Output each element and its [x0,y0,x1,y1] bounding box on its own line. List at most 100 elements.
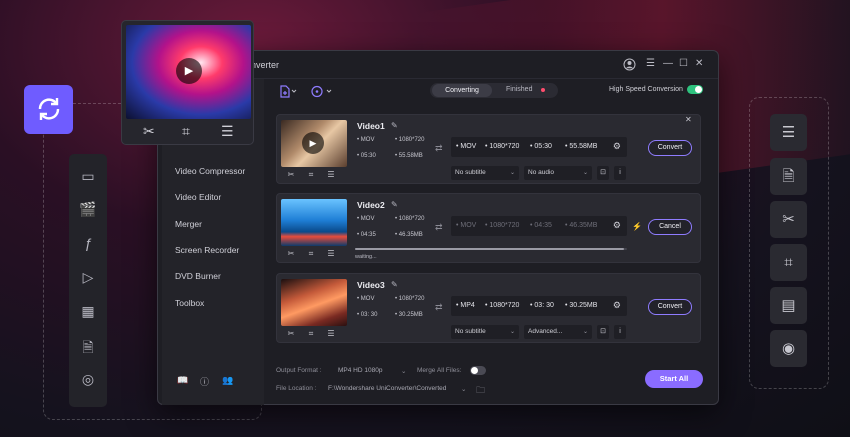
audio-select[interactable]: No audio ⌄ [524,166,592,180]
output-settings-box[interactable]: • MOV • 1080*720 • 05:30 • 55.58MB ⚙ [451,137,627,157]
video-icon[interactable]: ▭ [78,168,98,185]
document-edit-icon[interactable]: 🗎 [770,158,807,195]
chart-icon[interactable]: ◉ [770,330,807,367]
sidebar-item-toolbox[interactable]: Toolbox [175,298,204,308]
edit-icon[interactable]: ✎ [391,280,398,289]
crop-icon[interactable]: ⌗ [182,123,190,140]
start-all-button[interactable]: Start All [645,370,703,388]
source-resolution: • 1080*720 [395,216,425,222]
crop-icon[interactable]: ⌗ [301,170,321,180]
edit-icon[interactable]: ✎ [391,121,398,130]
crop-icon[interactable]: ⌗ [770,244,807,281]
disc-icon[interactable]: ◎ [78,371,98,388]
file-location-path[interactable]: F:\Wondershare UniConverter\Converted [328,385,446,392]
maximize-icon[interactable]: ☐ [679,58,688,69]
remove-video-close-icon[interactable]: ✕ [685,115,692,124]
chevron-down-icon: ⌄ [582,329,588,335]
crop-icon[interactable]: ⌗ [301,329,321,339]
output-settings-box[interactable]: • MP4 • 1080*720 • 03: 30 • 30.25MB ⚙ [451,296,627,316]
output-resolution: • 1080*720 [485,222,520,229]
document-icon[interactable]: ▤ [770,287,807,324]
subtitle-select[interactable]: No subtitle ⌄ [451,325,519,339]
convert-arrow-icon: ⇄ [435,302,443,312]
tab-finished[interactable]: Finished [506,86,532,93]
output-format-select[interactable]: MP4 HD 1080p [338,367,382,374]
help-icon[interactable]: ⓘ [200,375,209,388]
menu-icon[interactable]: ☰ [646,58,655,69]
scissors-icon[interactable]: ✂ [281,170,301,179]
sidebar-item-video-compressor[interactable]: Video Compressor [175,166,245,176]
subtitle-file-icon[interactable]: ⊡ [597,166,609,180]
scissors-icon[interactable]: ✂ [281,329,301,338]
sidebar-item-video-editor[interactable]: Video Editor [175,192,221,202]
play-icon[interactable]: ▶ [302,132,324,154]
sidebar-item-screen-recorder[interactable]: Screen Recorder [175,245,239,255]
gear-icon[interactable]: ⚙ [613,141,621,152]
screen-play-icon[interactable]: ▷ [78,269,98,286]
clapper-icon[interactable]: 🎬 [78,201,98,218]
book-icon[interactable]: 📖 [177,375,188,386]
source-format: • MOV [357,216,375,222]
right-feature-panel: ☰ 🗎 ✂ ⌗ ▤ ◉ [762,105,818,382]
cancel-button[interactable]: Cancel [648,219,692,235]
finished-badge-dot [541,88,545,92]
minimize-icon[interactable]: — [663,58,673,69]
gear-icon[interactable]: ⚙ [613,220,621,231]
sliders-icon[interactable]: ☰ [321,249,341,258]
info-icon[interactable]: i [614,166,626,180]
sidebar-item-merger[interactable]: Merger [175,219,202,229]
convert-button[interactable]: Convert [648,140,692,156]
refresh-icon[interactable] [24,85,73,134]
folder-icon[interactable]: 🗀 [476,383,485,399]
thumbnail-toolbar: ✂ ⌗ ☰ [281,249,347,259]
play-icon[interactable]: ▶ [176,58,202,84]
audio-select[interactable]: Advanced... ⌄ [524,325,592,339]
sliders-icon[interactable]: ☰ [321,329,341,338]
output-resolution: • 1080*720 [485,302,520,309]
account-icon[interactable] [623,58,636,74]
gear-icon[interactable]: ⚙ [613,300,621,311]
output-settings-box[interactable]: • MOV • 1080*720 • 04:35 • 46.35MB ⚙ [451,216,627,236]
add-dvd-icon[interactable] [311,85,333,101]
info-icon[interactable]: i [614,325,626,339]
file-location-label: File Location : [276,385,317,392]
film-icon[interactable]: ▦ [78,303,98,320]
crop-icon[interactable]: ⌗ [301,249,321,259]
sliders-icon[interactable]: ☰ [221,123,234,140]
sliders-icon[interactable]: ☰ [770,114,807,151]
output-resolution: • 1080*720 [485,143,520,150]
toggle-knob [471,367,478,374]
app-title: nverter [251,60,280,70]
edit-icon[interactable]: ✎ [391,200,398,209]
source-format: • MOV [357,137,375,143]
output-format: • MOV [456,143,477,150]
convert-arrow-icon: ⇄ [435,143,443,153]
lightning-icon: ⚡ [632,222,642,231]
source-duration: • 04:35 [357,232,376,238]
sidebar-item-dvd-burner[interactable]: DVD Burner [175,271,221,281]
users-icon[interactable]: 👥 [222,375,233,386]
output-size: • 46.35MB [565,222,598,229]
close-icon[interactable]: ✕ [695,58,703,69]
high-speed-toggle[interactable] [687,85,703,94]
video-thumbnail [281,279,347,326]
merge-all-toggle[interactable] [470,366,486,375]
sliders-icon[interactable]: ☰ [321,170,341,179]
scissors-icon[interactable]: ✂ [770,201,807,238]
output-duration: • 05:30 [530,143,552,150]
chevron-down-icon[interactable]: ⌄ [401,367,406,375]
video-name: Video1 [357,121,385,131]
conversion-progress-bar [355,248,627,250]
document-play-icon[interactable]: 🗎 [78,337,98,361]
tab-converting[interactable]: Converting [432,84,492,97]
scissors-icon[interactable]: ✂ [143,123,155,140]
subtitle-file-icon[interactable]: ⊡ [597,325,609,339]
video-name: Video3 [357,280,385,290]
scissors-icon[interactable]: ✂ [281,249,301,258]
chevron-down-icon[interactable]: ⌄ [461,385,466,393]
thumbnail-toolbar: ✂ ⌗ ☰ [281,329,347,339]
subtitle-select[interactable]: No subtitle ⌄ [451,166,519,180]
add-file-icon[interactable] [279,85,297,101]
script-icon[interactable]: ƒ [78,235,98,251]
convert-button[interactable]: Convert [648,299,692,315]
